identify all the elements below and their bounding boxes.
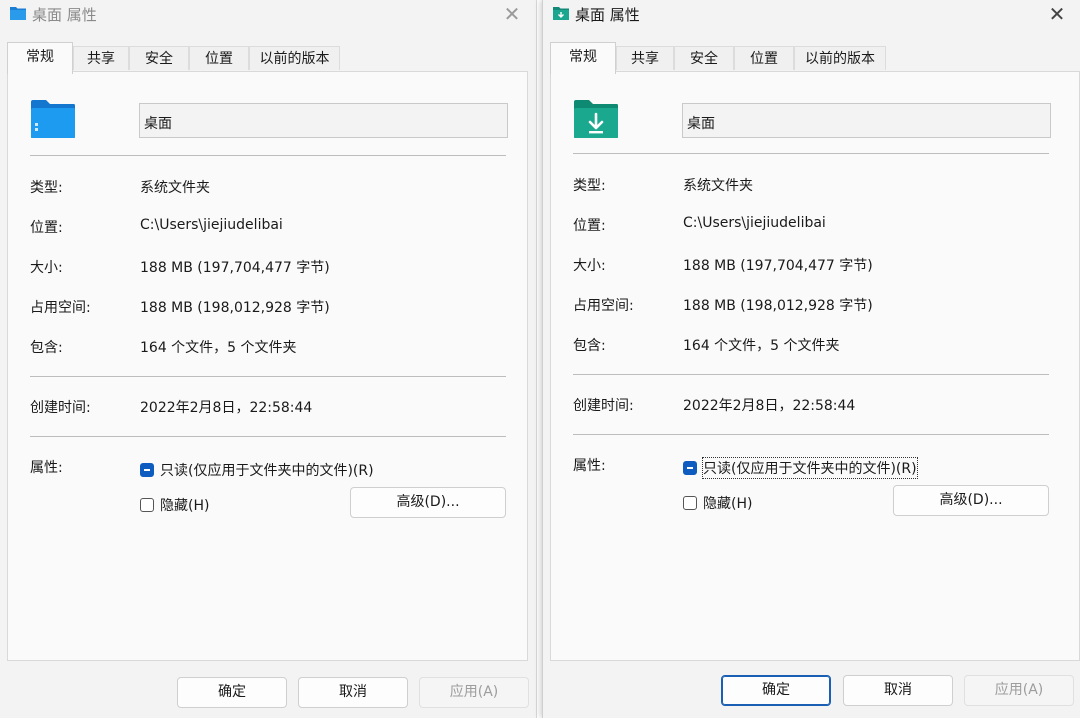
tab-general[interactable]: 常规 (550, 42, 616, 74)
created-value: 2022年2月8日，22:58:44 (140, 400, 313, 416)
folder-small-icon (10, 7, 26, 20)
location-label: 位置: (30, 220, 63, 236)
properties-window-left: 桌面 属性 ✕ 常规 共享 安全 位置 以前的版本 类型: 系统文件夹 位置: … (0, 0, 537, 718)
general-panel: 类型: 系统文件夹 位置: C:\Users\jiejiudelibai 大小:… (7, 71, 528, 661)
tab-location[interactable]: 位置 (189, 46, 249, 70)
created-label: 创建时间: (573, 398, 634, 414)
window-title: 桌面 属性 (575, 6, 640, 24)
tab-security[interactable]: 安全 (129, 46, 189, 70)
download-folder-small-icon (553, 7, 569, 20)
ok-button[interactable]: 确定 (721, 675, 831, 706)
contains-value: 164 个文件，5 个文件夹 (140, 340, 297, 356)
cancel-button[interactable]: 取消 (843, 675, 953, 706)
location-label: 位置: (573, 218, 606, 234)
general-panel: 类型: 系统文件夹 位置: C:\Users\jiejiudelibai 大小:… (550, 71, 1080, 661)
advanced-button[interactable]: 高级(D)... (350, 487, 506, 518)
size-value: 188 MB (197,704,477 字节) (140, 260, 330, 276)
size-label: 大小: (573, 258, 606, 274)
created-label: 创建时间: (30, 400, 91, 416)
size-on-disk-label: 占用空间: (30, 300, 91, 316)
hidden-checkbox[interactable] (140, 498, 154, 512)
readonly-label[interactable]: 只读(仅应用于文件夹中的文件)(R) (702, 457, 918, 479)
close-icon[interactable]: ✕ (500, 2, 524, 26)
attributes-label: 属性: (30, 460, 63, 476)
readonly-label[interactable]: 只读(仅应用于文件夹中的文件)(R) (160, 460, 374, 480)
cancel-button[interactable]: 取消 (298, 677, 408, 708)
contains-value: 164 个文件，5 个文件夹 (683, 338, 840, 354)
window-title: 桌面 属性 (32, 6, 97, 24)
apply-button[interactable]: 应用(A) (964, 675, 1074, 706)
tab-previous-versions[interactable]: 以前的版本 (249, 46, 340, 70)
advanced-button[interactable]: 高级(D)... (893, 485, 1049, 516)
contains-label: 包含: (573, 338, 606, 354)
size-value: 188 MB (197,704,477 字节) (683, 258, 873, 274)
title-bar: 桌面 属性 ✕ (0, 0, 536, 32)
hidden-label[interactable]: 隐藏(H) (160, 495, 209, 515)
title-bar: 桌面 属性 ✕ (543, 0, 1080, 32)
hidden-checkbox[interactable] (683, 496, 697, 510)
divider (573, 434, 1049, 435)
tab-general[interactable]: 常规 (7, 42, 73, 74)
type-label: 类型: (573, 178, 606, 194)
close-icon[interactable]: ✕ (1045, 2, 1069, 26)
location-value: C:\Users\jiejiudelibai (140, 217, 283, 233)
contains-label: 包含: (30, 340, 63, 356)
divider (30, 376, 506, 377)
tab-sharing[interactable]: 共享 (616, 46, 674, 70)
tab-sharing[interactable]: 共享 (73, 46, 129, 70)
size-on-disk-label: 占用空间: (573, 298, 634, 314)
divider (573, 374, 1049, 375)
tab-security[interactable]: 安全 (674, 46, 734, 70)
size-on-disk-value: 188 MB (198,012,928 字节) (140, 300, 330, 316)
location-value: C:\Users\jiejiudelibai (683, 215, 826, 231)
folder-name-input[interactable] (682, 103, 1051, 138)
readonly-checkbox[interactable] (140, 463, 154, 477)
ok-button[interactable]: 确定 (177, 677, 287, 708)
attributes-label: 属性: (573, 458, 606, 474)
readonly-checkbox[interactable] (683, 461, 697, 475)
folder-name-input[interactable] (139, 103, 508, 138)
size-label: 大小: (30, 260, 63, 276)
size-on-disk-value: 188 MB (198,012,928 字节) (683, 298, 873, 314)
divider (30, 436, 506, 437)
tab-location[interactable]: 位置 (734, 46, 794, 70)
properties-window-right: 桌面 属性 ✕ 常规 共享 安全 位置 以前的版本 类型: 系统文件夹 位置: … (542, 0, 1080, 718)
hidden-label[interactable]: 隐藏(H) (703, 493, 752, 513)
download-folder-icon (574, 100, 618, 138)
type-value: 系统文件夹 (683, 178, 753, 194)
divider (30, 155, 506, 156)
apply-button[interactable]: 应用(A) (419, 677, 529, 708)
created-value: 2022年2月8日，22:58:44 (683, 398, 856, 414)
type-value: 系统文件夹 (140, 180, 210, 196)
tab-previous-versions[interactable]: 以前的版本 (794, 46, 886, 70)
divider (573, 153, 1049, 154)
folder-icon (31, 100, 75, 138)
type-label: 类型: (30, 180, 63, 196)
